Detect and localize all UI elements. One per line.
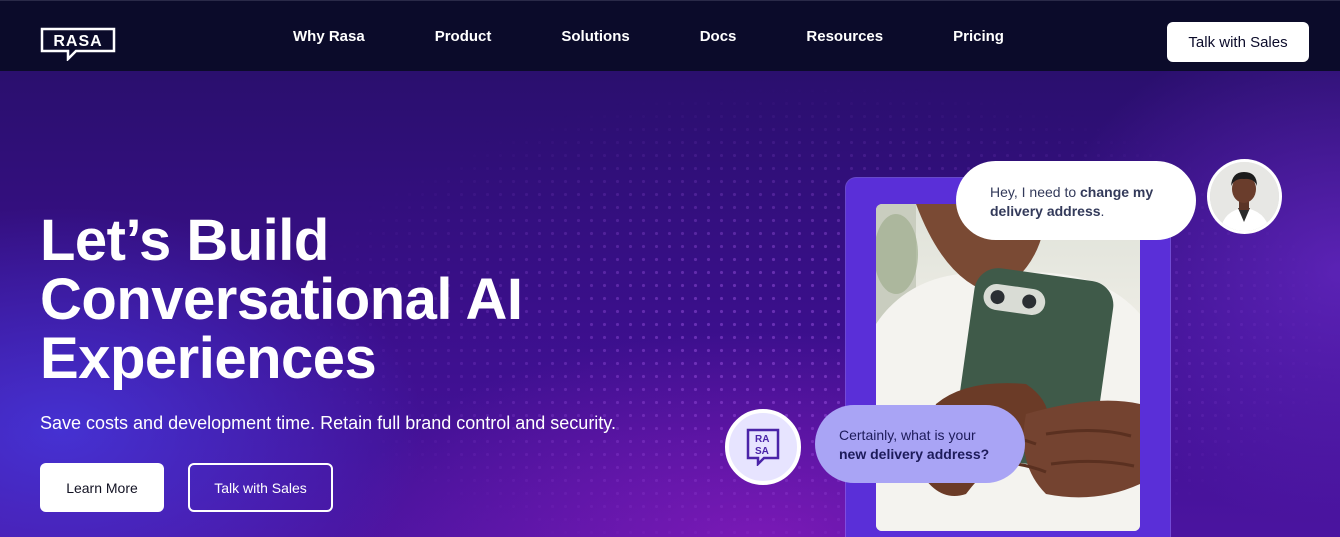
bot-message-text: Certainly, what is your xyxy=(839,427,976,443)
rasa-logo[interactable]: RASA xyxy=(40,27,116,63)
headline-line-3: Experiences xyxy=(40,326,377,391)
hero-headline: Let’s Build Conversational AI Experience… xyxy=(40,211,660,388)
nav-link-docs[interactable]: Docs xyxy=(665,28,772,45)
nav-link-why-rasa[interactable]: Why Rasa xyxy=(258,28,400,45)
headline-line-1: Let’s Build xyxy=(40,208,329,273)
nav-talk-with-sales-button[interactable]: Talk with Sales xyxy=(1167,22,1309,62)
nav-link-solutions[interactable]: Solutions xyxy=(526,28,664,45)
top-navigation-bar: RASA Why Rasa Product Solutions Docs Res… xyxy=(0,0,1340,71)
nav-link-pricing[interactable]: Pricing xyxy=(918,28,1039,45)
svg-text:RA: RA xyxy=(755,434,769,445)
nav-link-resources[interactable]: Resources xyxy=(771,28,918,45)
nav-link-product[interactable]: Product xyxy=(400,28,527,45)
bot-avatar-rasa-icon: RA SA xyxy=(725,409,801,485)
user-avatar xyxy=(1207,159,1282,234)
user-message-text: Hey, I need to xyxy=(990,184,1081,200)
talk-with-sales-button[interactable]: Talk with Sales xyxy=(188,463,333,512)
hero-section: Let’s Build Conversational AI Experience… xyxy=(0,71,1340,537)
bot-chat-bubble: Certainly, what is your new delivery add… xyxy=(815,405,1025,483)
user-message-end: . xyxy=(1100,203,1105,219)
headline-line-2: Conversational AI xyxy=(40,267,523,332)
user-chat-bubble: Hey, I need to change my delivery addres… xyxy=(956,161,1196,240)
bot-message-highlight: new delivery address? xyxy=(839,446,990,462)
logo-wordmark: RASA xyxy=(53,33,102,50)
learn-more-button[interactable]: Learn More xyxy=(40,463,164,512)
hero-subtitle: Save costs and development time. Retain … xyxy=(40,413,616,433)
svg-text:SA: SA xyxy=(755,446,769,457)
nav-links: Why Rasa Product Solutions Docs Resource… xyxy=(258,1,1039,72)
